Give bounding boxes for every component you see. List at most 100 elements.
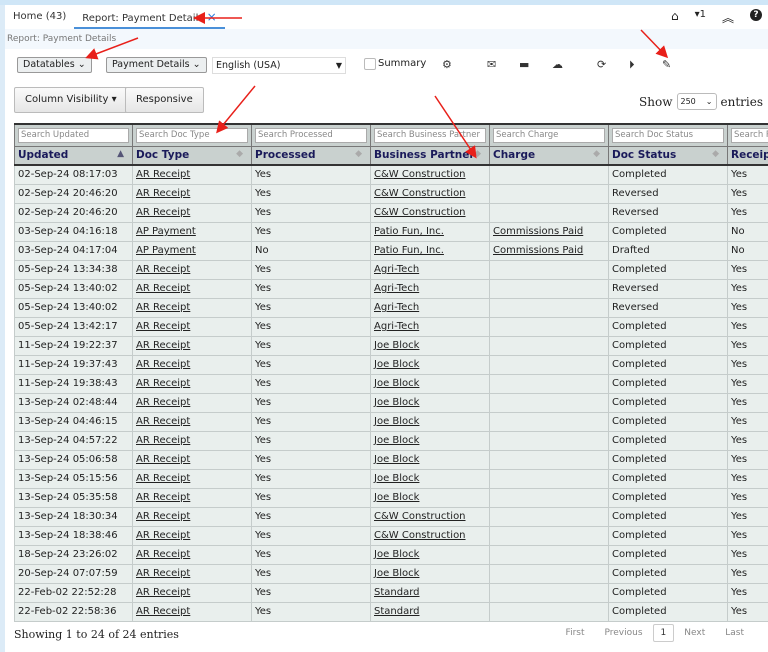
table-cell: Commissions Paid — [489, 221, 609, 242]
cell-link[interactable]: AR Receipt — [136, 587, 190, 598]
close-icon[interactable]: × — [207, 10, 217, 24]
cell-link[interactable]: Agri-Tech — [374, 302, 419, 313]
cell-link[interactable]: AR Receipt — [136, 454, 190, 465]
cell-link[interactable]: AR Receipt — [136, 416, 190, 427]
cell-link[interactable]: AR Receipt — [136, 283, 190, 294]
help-icon[interactable]: ? — [750, 9, 762, 21]
cell-link[interactable]: AR Receipt — [136, 264, 190, 275]
next-page-button[interactable]: Next — [674, 628, 715, 638]
archive-icon[interactable]: ▬ — [519, 58, 529, 71]
cell-link[interactable]: C&W Construction — [374, 169, 466, 180]
datatables-select[interactable]: Datatables ⌄ — [17, 57, 92, 73]
cell-link[interactable]: AR Receipt — [136, 397, 190, 408]
table-cell: AR Receipt — [132, 506, 252, 527]
cell-link[interactable]: Joe Block — [374, 435, 419, 446]
column-header-charge[interactable]: Charge ◆ — [489, 145, 609, 166]
search-receipt-input[interactable]: Search Receipt — [731, 127, 768, 143]
cell-link[interactable]: Joe Block — [374, 359, 419, 370]
cell-link[interactable]: C&W Construction — [374, 188, 466, 199]
cell-link[interactable]: Joe Block — [374, 378, 419, 389]
cell-link[interactable]: Agri-Tech — [374, 264, 419, 275]
cell-link[interactable]: AP Payment — [136, 245, 196, 256]
cell-link[interactable]: Agri-Tech — [374, 283, 419, 294]
cell-link[interactable]: AR Receipt — [136, 530, 190, 541]
language-select[interactable]: English (USA) ▼ — [212, 57, 346, 74]
cell-link[interactable]: AR Receipt — [136, 169, 190, 180]
column-header-receipt[interactable]: Receipt◆ — [727, 145, 768, 166]
column-header-updated[interactable]: Updated ▲ — [14, 145, 133, 166]
cell-link[interactable]: Joe Block — [374, 492, 419, 503]
search-updated-input[interactable]: Search Updated — [18, 127, 129, 143]
cell-link[interactable]: AR Receipt — [136, 359, 190, 370]
cell-link[interactable]: Commissions Paid — [493, 226, 583, 237]
report-select[interactable]: Payment Details ⌄ — [106, 57, 207, 73]
cell-link[interactable]: AR Receipt — [136, 606, 190, 617]
cell-link[interactable]: AR Receipt — [136, 435, 190, 446]
cell-link[interactable]: AR Receipt — [136, 511, 190, 522]
cell-link[interactable]: Agri-Tech — [374, 321, 419, 332]
table-cell: Agri-Tech — [370, 259, 490, 280]
cell-link[interactable]: Standard — [374, 587, 420, 598]
cell-link[interactable]: AR Receipt — [136, 549, 190, 560]
search-processed-input[interactable]: Search Processed — [255, 127, 367, 143]
cell-link[interactable]: Joe Block — [374, 473, 419, 484]
cell-link[interactable]: Patio Fun, Inc. — [374, 226, 444, 237]
refresh-icon[interactable]: ⟳ — [597, 58, 606, 71]
column-visibility-button[interactable]: Column Visibility ▾ — [14, 87, 128, 113]
cell-link[interactable]: AR Receipt — [136, 302, 190, 313]
cell-link[interactable]: Joe Block — [374, 454, 419, 465]
table-cell — [489, 202, 609, 223]
tab-payment-details[interactable]: Report: Payment Details × — [74, 5, 225, 29]
page-1-button[interactable]: 1 — [652, 624, 675, 642]
table-cell — [489, 183, 609, 204]
column-header-doc-status[interactable]: Doc Status ◆ — [608, 145, 728, 166]
play-icon[interactable]: ⏵ — [629, 58, 635, 72]
cell-link[interactable]: Patio Fun, Inc. — [374, 245, 444, 256]
cell-link[interactable]: C&W Construction — [374, 530, 466, 541]
cell-link[interactable]: AP Payment — [136, 226, 196, 237]
cell-link[interactable]: AR Receipt — [136, 340, 190, 351]
cloud-download-icon[interactable]: ☁ — [552, 58, 563, 71]
envelope-icon[interactable]: ✉ — [487, 58, 496, 71]
responsive-button[interactable]: Responsive — [125, 87, 204, 113]
cell-link[interactable]: AR Receipt — [136, 188, 190, 199]
pencil-icon[interactable]: ✎ — [662, 58, 671, 71]
cell-link[interactable]: AR Receipt — [136, 207, 190, 218]
gears-icon[interactable]: ⚙ — [442, 58, 452, 71]
search-doc-status-input[interactable]: Search Doc Status — [612, 127, 724, 143]
table-row: 03-Sep-24 04:16:18 AP Payment Yes Patio Fun… — [14, 221, 768, 242]
search-charge-input[interactable]: Search Charge — [493, 127, 605, 143]
cell-link[interactable]: Commissions Paid — [493, 245, 583, 256]
column-header-business-partner[interactable]: Business Partner ◆ — [370, 145, 490, 166]
search-doc-type-input[interactable]: Search Doc Type — [136, 127, 248, 143]
page-length-select[interactable]: 250 ⌄ — [676, 93, 717, 110]
table-row: 13-Sep-24 05:06:58 AR Receipt Yes Joe Block… — [14, 449, 768, 470]
home-icon[interactable]: ⌂ — [671, 9, 679, 26]
tab-home[interactable]: Home (43) — [5, 5, 74, 29]
cell-link[interactable]: AR Receipt — [136, 378, 190, 389]
cell-link[interactable]: AR Receipt — [136, 492, 190, 503]
table-cell: Yes — [727, 373, 768, 394]
cell-link[interactable]: Joe Block — [374, 340, 419, 351]
table-cell: 13-Sep-24 02:48:44 — [14, 392, 133, 413]
cell-link[interactable]: Joe Block — [374, 416, 419, 427]
notifications-dropdown[interactable]: ▾1 — [695, 9, 706, 26]
cell-link[interactable]: C&W Construction — [374, 207, 466, 218]
column-header-doc-type[interactable]: Doc Type ◆ — [132, 145, 252, 166]
cell-link[interactable]: Standard — [374, 606, 420, 617]
chevrons-up-icon[interactable]: ︽ — [722, 9, 734, 26]
table-cell: 02-Sep-24 20:46:20 — [14, 202, 133, 223]
previous-page-button[interactable]: Previous — [595, 628, 653, 638]
cell-link[interactable]: C&W Construction — [374, 511, 466, 522]
cell-link[interactable]: AR Receipt — [136, 473, 190, 484]
cell-link[interactable]: Joe Block — [374, 549, 419, 560]
cell-link[interactable]: AR Receipt — [136, 321, 190, 332]
first-page-button[interactable]: First — [556, 628, 595, 638]
last-page-button[interactable]: Last — [715, 628, 754, 638]
column-header-processed[interactable]: Processed ◆ — [251, 145, 371, 166]
cell-link[interactable]: Joe Block — [374, 397, 419, 408]
search-business-partner-input[interactable]: Search Business Partner — [374, 127, 486, 143]
cell-link[interactable]: AR Receipt — [136, 568, 190, 579]
cell-link[interactable]: Joe Block — [374, 568, 419, 579]
summary-checkbox[interactable] — [364, 58, 376, 70]
